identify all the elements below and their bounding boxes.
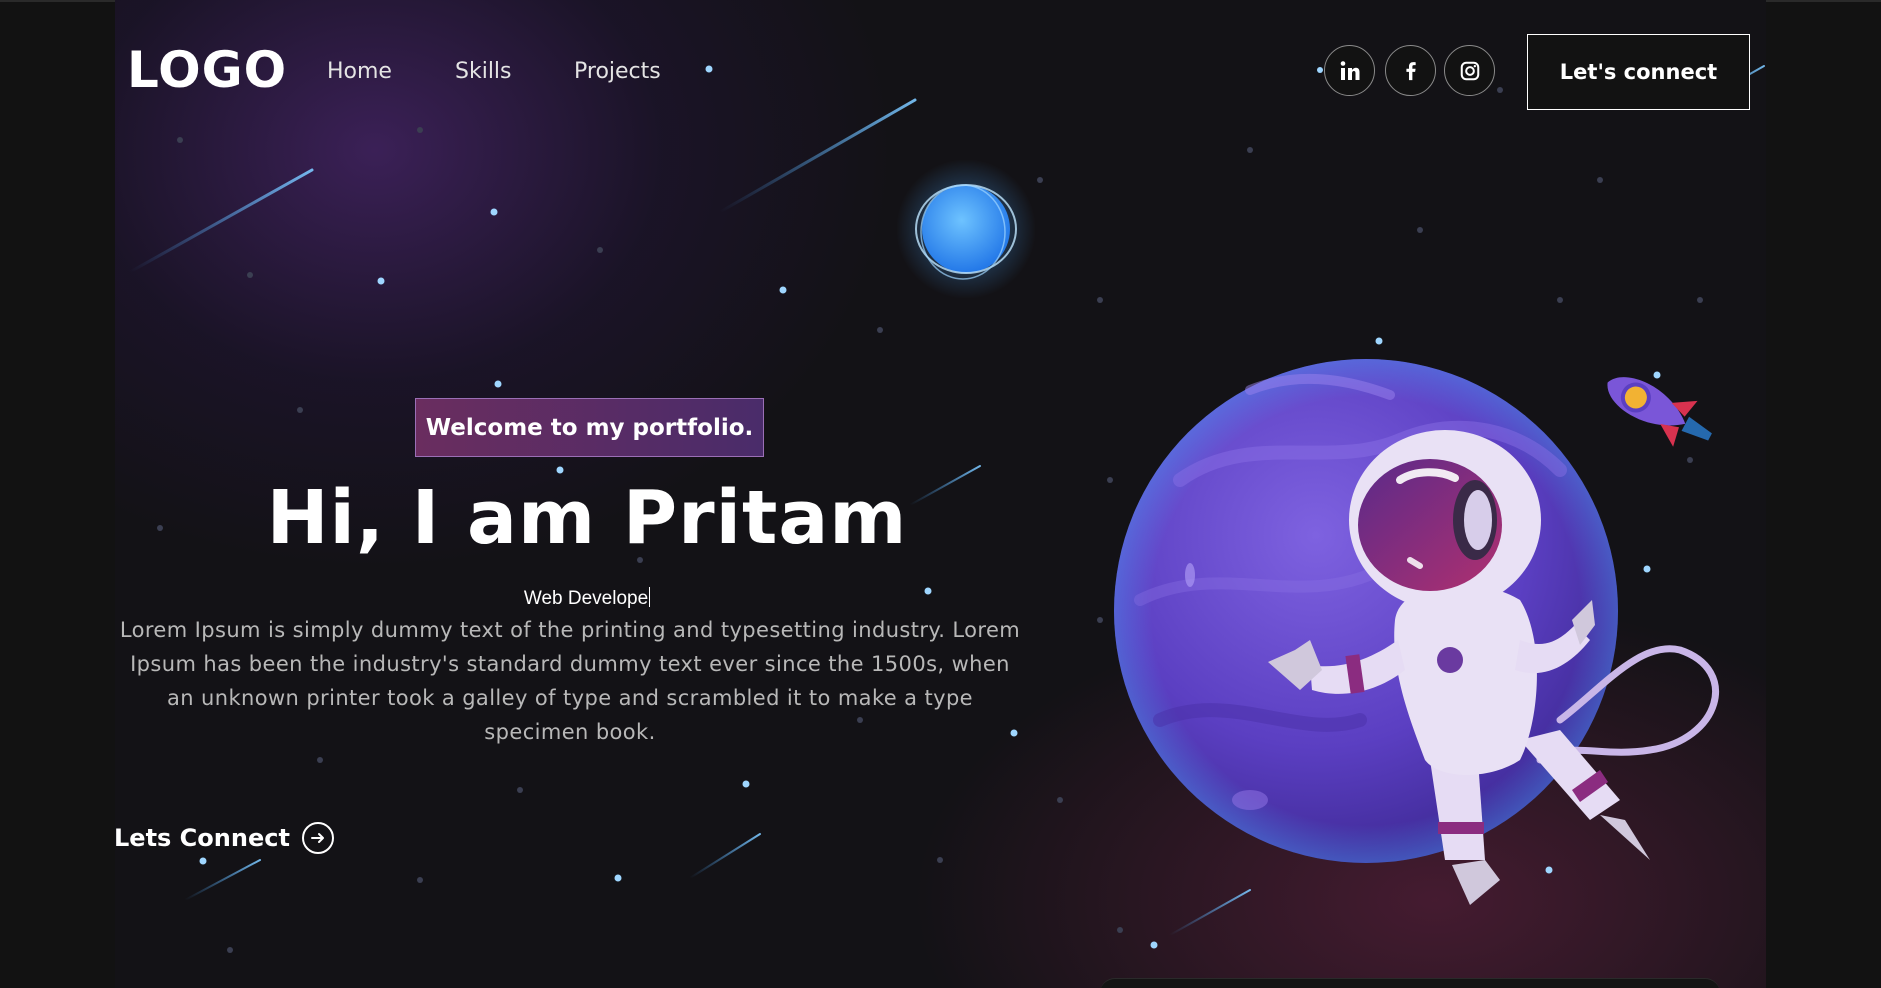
nav-skills-link[interactable]: Skills — [455, 58, 512, 86]
facebook-icon — [1405, 61, 1416, 80]
blue-moon-icon — [896, 159, 1036, 299]
cta-label: Lets Connect — [114, 824, 290, 852]
instagram-button[interactable] — [1444, 45, 1495, 96]
portfolio-page: LOGO Home Skills Projects Let's connect … — [0, 0, 1881, 988]
arrow-right-circle-icon — [301, 822, 334, 854]
facebook-button[interactable] — [1385, 45, 1436, 96]
linkedin-icon — [1340, 60, 1359, 80]
nav-home-link[interactable]: Home — [327, 58, 392, 86]
hero-description: Lorem Ipsum is simply dummy text of the … — [119, 618, 1021, 744]
hero-title: Hi, I am Pritam — [266, 475, 908, 561]
nav-projects-link[interactable]: Projects — [574, 58, 661, 86]
lets-connect-button[interactable]: Let's connect — [1527, 34, 1750, 110]
bottom-section-edge — [1100, 978, 1720, 988]
purple-planet-icon — [1114, 359, 1618, 863]
rocket-icon — [1607, 377, 1712, 447]
typing-caret — [649, 587, 651, 607]
site-logo[interactable]: LOGO — [127, 42, 287, 98]
welcome-tagline: Welcome to my portfolio. — [415, 398, 764, 457]
role-typing-text: Web Develope — [115, 587, 1059, 611]
linkedin-button[interactable] — [1324, 45, 1375, 96]
lets-connect-cta[interactable]: Lets Connect — [114, 822, 334, 854]
role-text: Web Develope — [523, 588, 649, 609]
instagram-icon — [1460, 61, 1479, 80]
